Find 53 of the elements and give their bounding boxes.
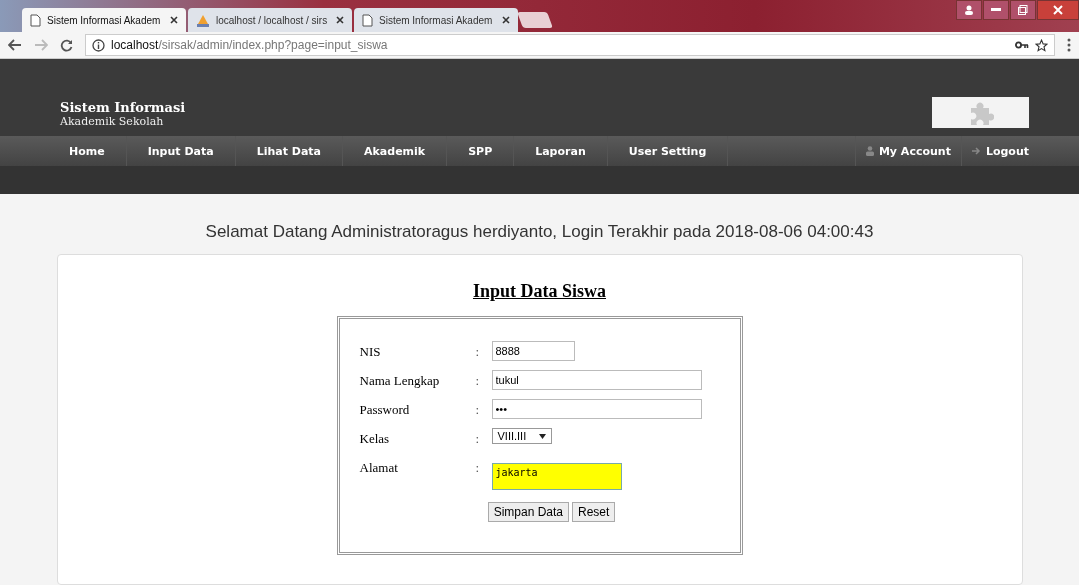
close-icon[interactable]	[170, 16, 178, 24]
back-icon[interactable]	[8, 39, 22, 51]
dropdown[interactable]: VIII.III	[491, 428, 552, 444]
info-icon	[92, 38, 105, 52]
separator-text: :	[475, 430, 481, 447]
reload-icon[interactable]	[60, 38, 73, 52]
separator-text: :	[475, 401, 481, 418]
close-icon[interactable]	[502, 16, 510, 24]
browser-tab[interactable]: localhost / localhost / sirs	[188, 8, 352, 32]
star-icon[interactable]	[1035, 38, 1048, 52]
separator-text: :	[475, 343, 481, 360]
url-text: localhost/sirsak/admin/index.php?page=input_siswa	[111, 38, 388, 52]
minimize-button[interactable]	[983, 0, 1009, 20]
restore-button[interactable]	[1010, 0, 1036, 20]
form-button[interactable]: Reset	[572, 502, 616, 522]
page-icon	[362, 13, 373, 27]
page-icon	[30, 13, 41, 27]
tab-title: Sistem Informasi Akadem	[379, 14, 494, 26]
input-field[interactable]: tukul	[491, 370, 702, 390]
sail-icon	[196, 13, 210, 27]
field-label: Password	[359, 401, 411, 418]
address-bar[interactable]: localhost/sirsak/admin/index.php?page=input_siswa	[85, 34, 1055, 56]
input-field[interactable]: •••	[491, 399, 702, 419]
user-icon	[964, 5, 974, 15]
field-label: NIS	[359, 343, 382, 360]
form-button[interactable]: Simpan Data	[487, 502, 569, 522]
tab-title: localhost / localhost / sirs	[216, 14, 329, 26]
separator-text: :	[475, 459, 481, 476]
tab-title: Sistem Informasi Akadem	[47, 14, 162, 26]
menu-icon[interactable]	[1067, 38, 1071, 52]
field-label: Kelas	[359, 430, 391, 447]
field-label: Nama Lengkap	[359, 372, 441, 389]
close-icon[interactable]	[336, 16, 344, 24]
restore-icon	[1018, 5, 1028, 15]
new-tab-button[interactable]	[517, 12, 553, 28]
close-icon	[1053, 5, 1063, 15]
form-title: Input Data Siswa	[472, 281, 606, 302]
caret-icon	[538, 433, 546, 439]
browser-tab[interactable]: Sistem Informasi Akadem	[22, 8, 186, 32]
browser-tab[interactable]: Sistem Informasi Akadem	[354, 8, 518, 32]
close-button[interactable]	[1037, 0, 1079, 20]
site-title: Sistem Informasi	[60, 100, 186, 115]
site-subtitle: Akademik Sekolah	[60, 115, 165, 128]
field-label: Alamat	[359, 459, 399, 476]
key-icon[interactable]	[1015, 41, 1029, 49]
separator-text: :	[475, 372, 481, 389]
welcome-message: Selamat Datang Administratoragus herdiyanto, Login Terakhir pada 2018-08-06 04:00:43	[205, 222, 874, 242]
text-area[interactable]: jakarta	[491, 463, 622, 490]
input-field[interactable]: 8888	[491, 341, 575, 361]
user-icon	[865, 146, 874, 156]
arrow-icon	[971, 147, 981, 155]
profile-button[interactable]	[956, 0, 982, 20]
minimize-icon	[991, 8, 1001, 12]
